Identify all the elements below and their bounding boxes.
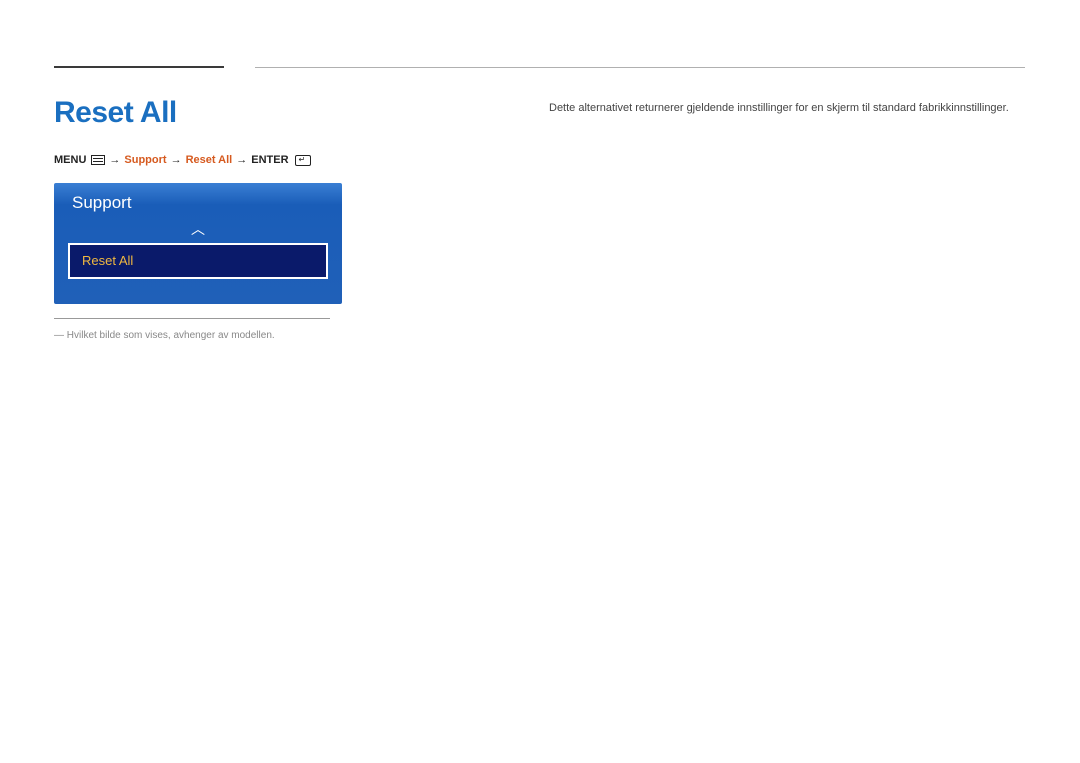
section-accent-bar	[54, 66, 224, 68]
support-menu-panel: Support ︿ Reset All	[54, 183, 342, 304]
footnote-divider	[54, 318, 330, 319]
chevron-up-icon[interactable]: ︿	[64, 219, 332, 239]
panel-title: Support	[72, 193, 332, 213]
menu-icon	[91, 155, 105, 165]
description-text: Dette alternativet returnerer gjeldende …	[549, 102, 1029, 114]
menu-item-label: Reset All	[82, 253, 133, 268]
breadcrumb-reset-all: Reset All	[186, 154, 233, 166]
breadcrumb: MENU → Support → Reset All → ENTER	[54, 154, 311, 166]
breadcrumb-menu-label: MENU	[54, 154, 86, 166]
menu-item-reset-all[interactable]: Reset All	[68, 243, 328, 279]
breadcrumb-enter-label: ENTER	[251, 154, 288, 166]
breadcrumb-support: Support	[124, 154, 166, 166]
page-title: Reset All	[54, 96, 177, 130]
footnote-text: ― Hvilket bilde som vises, avhenger av m…	[54, 330, 275, 341]
section-divider	[255, 67, 1025, 68]
breadcrumb-arrow: →	[236, 154, 247, 166]
enter-icon	[295, 155, 311, 166]
breadcrumb-arrow: →	[171, 154, 182, 166]
breadcrumb-arrow: →	[109, 154, 120, 166]
